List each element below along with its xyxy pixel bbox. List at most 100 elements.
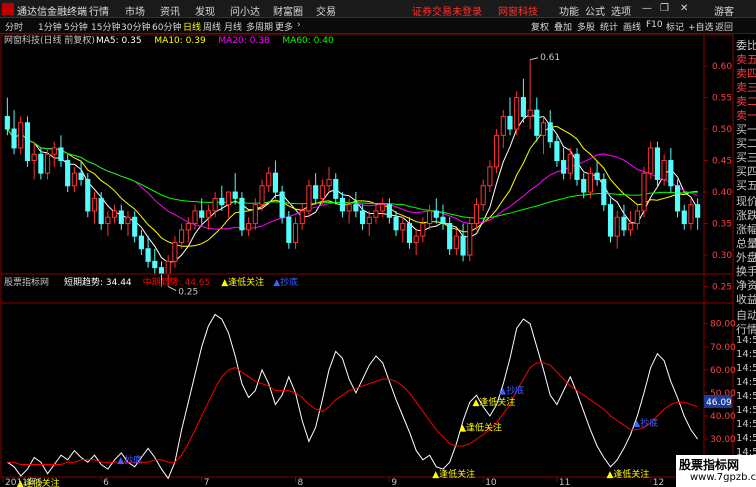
tab-intraday[interactable]: 分时 xyxy=(5,20,23,33)
menu-item-wealth[interactable]: 财富圈 xyxy=(273,3,303,18)
candle-body xyxy=(480,185,486,206)
btn-multi-stock[interactable]: 多股 xyxy=(577,20,595,33)
candle-body xyxy=(594,172,600,180)
btn-overlay[interactable]: 叠加 xyxy=(554,20,572,33)
candle-body xyxy=(668,160,674,187)
period-tab-bar: 分时 1分钟 5分钟 15分钟 30分钟 60分钟 日线 周线 月线 多周期 更… xyxy=(0,18,756,34)
price-tick-label: 0.45 xyxy=(712,157,732,167)
tab-daily[interactable]: 日线 xyxy=(183,20,201,33)
close-icon[interactable]: ✕ xyxy=(680,3,688,14)
x-tick-label: 11 xyxy=(559,478,570,487)
candle-body xyxy=(500,115,506,136)
candle-body xyxy=(634,210,640,225)
indicator-tick-label: 70.00 xyxy=(710,343,736,353)
menu-item-trade[interactable]: 交易 xyxy=(316,3,336,18)
tab-1min[interactable]: 1分钟 xyxy=(38,20,62,33)
tab-30min[interactable]: 30分钟 xyxy=(121,20,150,33)
side-label: 收益 xyxy=(736,293,756,306)
candle-body xyxy=(601,178,607,206)
candle-body xyxy=(4,115,10,130)
menu-item-discover[interactable]: 发现 xyxy=(195,3,215,18)
menu-item-news[interactable]: 资讯 xyxy=(160,3,180,18)
candle-body xyxy=(138,235,144,250)
x-tick-label: 12 xyxy=(653,478,664,487)
toolbar-function[interactable]: 功能 xyxy=(559,3,579,18)
indicator-tick-label: 40.00 xyxy=(710,412,736,422)
logo-url: www.7gpzb.com xyxy=(690,472,756,483)
tab-15min[interactable]: 15分钟 xyxy=(91,20,120,33)
candle-body xyxy=(447,223,453,250)
candle-body xyxy=(105,216,111,225)
candle-body xyxy=(192,210,198,225)
price-panel-frame xyxy=(0,34,734,304)
signal-label: ▲逢低关注 xyxy=(607,468,650,480)
candle-body xyxy=(11,128,17,149)
candle-body xyxy=(31,153,37,162)
login-status[interactable]: 证券交易未登录 xyxy=(412,3,482,18)
candle-body xyxy=(386,204,392,218)
tab-60min[interactable]: 60分钟 xyxy=(152,20,181,33)
candle-body xyxy=(199,210,205,218)
candle-body xyxy=(158,267,165,275)
btn-f10[interactable]: F10 xyxy=(646,20,663,30)
price-annotation-label: 0.61 xyxy=(540,53,560,63)
candle-body xyxy=(534,109,540,136)
ma-legend-ma60: MA60: 0.40 xyxy=(282,36,334,46)
side-time: 14:56 xyxy=(736,419,756,430)
watermark-logo: 股票指标网 www.7gpzb.com xyxy=(676,455,756,487)
toolbar-formula[interactable]: 公式 xyxy=(585,3,605,18)
menu-item-market[interactable]: 行情 xyxy=(89,3,109,18)
btn-add-watchlist[interactable]: +自选 xyxy=(688,20,714,33)
candle-body xyxy=(400,223,406,231)
ma-line-ma60 xyxy=(6,128,698,219)
side-time: 14:56 xyxy=(736,335,756,346)
candle-body xyxy=(266,172,272,187)
tab-more[interactable]: 更多 xyxy=(275,20,293,33)
price-tick-label: 0.25 xyxy=(712,283,732,293)
toolbar-options[interactable]: 选项 xyxy=(611,3,631,18)
logo-title: 股票指标网 xyxy=(679,458,740,472)
candle-body xyxy=(286,216,292,243)
indicator-legend-signal: ▲抄底 xyxy=(273,276,298,288)
candle-body xyxy=(306,185,312,212)
btn-mark[interactable]: 标记 xyxy=(666,20,684,33)
tab-5min[interactable]: 5分钟 xyxy=(64,20,88,33)
candle-body xyxy=(359,210,366,225)
chart-area[interactable]: 0.60 0.55 0.50 0.45 0.40 0.35 0.30 0.25 网窗科技(日线 … xyxy=(0,34,756,487)
x-tick-label: 7 xyxy=(204,478,210,487)
candle-body xyxy=(460,235,466,256)
candle-body xyxy=(246,223,252,231)
more-chevron-icon[interactable]: › xyxy=(297,20,301,30)
guest-label[interactable]: 游客 xyxy=(714,3,734,18)
btn-adjust[interactable]: 复权 xyxy=(531,20,549,33)
ma-legend-ma5: MA5: 0.35 xyxy=(96,36,142,46)
tab-multi-period[interactable]: 多周期 xyxy=(246,20,273,33)
candle-body xyxy=(507,115,513,130)
menu-item-markets[interactable]: 市场 xyxy=(125,3,145,18)
btn-back[interactable]: 返回 xyxy=(715,20,733,33)
candle-body xyxy=(299,210,305,225)
candle-body xyxy=(185,223,191,231)
btn-draw[interactable]: 画线 xyxy=(623,20,641,33)
candle-body xyxy=(239,197,245,231)
candle-body xyxy=(547,122,553,143)
tab-monthly[interactable]: 月线 xyxy=(224,20,242,33)
candle-body xyxy=(654,147,661,180)
candle-body xyxy=(688,204,694,225)
candle-body xyxy=(252,204,258,225)
candle-body xyxy=(44,153,51,174)
minimize-icon[interactable]: — xyxy=(642,3,652,14)
restore-icon[interactable]: ❐ xyxy=(660,3,669,14)
x-tick-label: 10 xyxy=(485,478,497,487)
tab-weekly[interactable]: 周线 xyxy=(203,20,221,33)
candle-body xyxy=(112,210,118,218)
indicator-panel-frame xyxy=(0,273,734,478)
indicator-legend-signal: ▲逢低关注 xyxy=(221,276,264,288)
candle-body xyxy=(98,197,104,225)
btn-stats[interactable]: 统计 xyxy=(600,20,618,33)
candle-body xyxy=(259,185,265,206)
candle-body xyxy=(51,147,57,155)
candle-body xyxy=(125,216,131,225)
current-value-tag: 46.09 xyxy=(706,398,732,408)
menu-item-ask[interactable]: 问小达 xyxy=(230,3,260,18)
